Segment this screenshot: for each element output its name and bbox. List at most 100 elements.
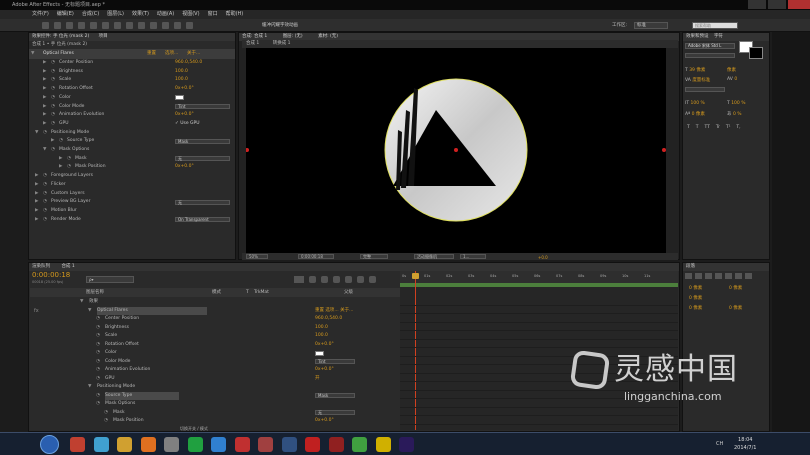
effect-property-row[interactable]: ▶ ◔ Foreground Layers [29, 172, 263, 181]
taskbar-app-icon[interactable] [211, 437, 226, 452]
text-style-button[interactable]: TT [705, 125, 710, 132]
timeline-property-value[interactable]: 0x+0.0° [315, 366, 334, 375]
tab-comp-1[interactable]: 合成 1 [61, 264, 74, 269]
selection-tool-icon[interactable] [42, 22, 49, 29]
expand-triangle-icon[interactable]: ▼ [35, 129, 38, 138]
indent-left-field[interactable]: 0 像素 [689, 285, 702, 291]
timeline-property-dropdown[interactable]: 无 [315, 410, 355, 415]
work-area-bar[interactable] [400, 283, 678, 287]
justify-center-icon[interactable] [725, 273, 732, 279]
timeline-property-row[interactable]: ◔ Color Mode Tint [30, 358, 430, 367]
stroke-width-select[interactable] [685, 87, 725, 92]
tab-layer[interactable]: 图层: (无) [283, 34, 303, 39]
timeline-search-input[interactable]: ρ▾ [86, 276, 134, 283]
effect-property-row[interactable]: ▶ ◔ Mask Position 0x+0.0° [29, 163, 263, 172]
tab-character[interactable]: 字符 [714, 34, 723, 39]
menu-item[interactable]: 文件(F) [32, 10, 49, 19]
timeline-property-dropdown[interactable]: Tint [315, 359, 355, 364]
clock[interactable]: 18:04 2014/7/1 [734, 437, 756, 451]
vertical-scale-field[interactable]: IT 100 % [685, 101, 705, 106]
tab-paragraph[interactable]: 段落 [686, 264, 695, 269]
timeline-property-value[interactable]: 开 [315, 375, 320, 384]
timeline-property-row[interactable]: ◔ Brightness 100.0 [30, 324, 430, 333]
after-effects-taskbar-icon[interactable] [399, 437, 414, 452]
taskbar-app-icon[interactable] [234, 437, 250, 452]
stopwatch-icon[interactable]: ◔ [51, 103, 55, 112]
expand-triangle-icon[interactable]: ▼ [43, 146, 46, 155]
stopwatch-icon[interactable]: ◔ [43, 190, 47, 199]
timeline-track[interactable] [400, 416, 678, 425]
effect-property-row[interactable]: ▶ ◔ Source Type Mask [29, 137, 263, 146]
puppet-tool-icon[interactable] [186, 22, 193, 29]
stopwatch-icon[interactable]: ◔ [96, 366, 100, 375]
composition-viewer[interactable] [245, 48, 666, 253]
timeline-track[interactable] [400, 314, 678, 323]
taskbar-app-icon[interactable] [164, 437, 179, 452]
stopwatch-icon[interactable]: ◔ [104, 409, 108, 418]
horizontal-scale-value[interactable]: 100 % [731, 101, 745, 106]
baseline-shift-value[interactable]: 0 像素 [692, 112, 705, 117]
color-swatch[interactable] [175, 95, 184, 101]
eraser-tool-icon[interactable] [162, 22, 169, 29]
effect-property-row[interactable]: ▶ ◔ Preview BG Layer 无 [29, 198, 263, 207]
timeline-timecode[interactable]: 0:00:00:18 [32, 271, 70, 279]
close-button[interactable] [788, 0, 810, 9]
minimize-button[interactable] [748, 0, 766, 9]
effect-property-dropdown[interactable]: Tint [175, 104, 230, 109]
roto-tool-icon[interactable] [174, 22, 181, 29]
effect-property-value[interactable]: 100.0 [175, 68, 188, 77]
effect-property-dropdown[interactable]: On Transparent [175, 217, 230, 223]
stopwatch-icon[interactable]: ◔ [96, 400, 100, 409]
stopwatch-icon[interactable]: ◔ [96, 358, 100, 367]
timeline-property-row[interactable]: ◔ Center Position 960.0,540.0 [30, 315, 430, 324]
stopwatch-icon[interactable]: ◔ [96, 392, 100, 401]
tab-effect-controls[interactable]: 效果控件: 手 位光 (mask 2) [32, 34, 89, 39]
tsume-field[interactable]: あ 0 % [727, 111, 742, 117]
effect-property-row[interactable]: ▶ ◔ Animation Evolution 0x+0.0° [29, 111, 263, 120]
expand-triangle-icon[interactable]: ▶ [35, 216, 38, 225]
leading-field[interactable]: 像素 [727, 67, 736, 73]
stopwatch-icon[interactable]: ◔ [43, 216, 47, 225]
taskbar-app-icon[interactable] [375, 437, 391, 452]
time-ruler[interactable]: 0s 01s 02s 03s 04s 05s 06s 07s 08s 09s 10s 11s [400, 271, 678, 283]
justify-right-icon[interactable] [735, 273, 742, 279]
effect-property-row[interactable]: ▼ ◔ Positioning Mode [29, 129, 263, 138]
taskbar-app-icon[interactable] [93, 437, 109, 452]
stopwatch-icon[interactable]: ◔ [67, 155, 71, 164]
timeline-track[interactable] [400, 306, 678, 314]
effect-property-dropdown[interactable]: Mask [175, 138, 230, 144]
comp-timecode[interactable]: 0:00:00:18 [298, 254, 334, 259]
stopwatch-icon[interactable]: ◔ [51, 85, 55, 94]
timeline-property-row[interactable]: ◔ Animation Evolution 0x+0.0° [30, 366, 430, 375]
brainstorm-icon[interactable] [369, 276, 376, 283]
timeline-track[interactable] [400, 297, 678, 306]
timeline-property-row[interactable]: ◔ GPU 开 [30, 375, 430, 384]
effect-property-row[interactable]: ▶ ◔ Motion Blur [29, 207, 263, 216]
taskbar-app-icon[interactable] [70, 437, 85, 452]
expand-triangle-icon[interactable]: ▶ [43, 59, 46, 68]
text-style-button[interactable]: T, [736, 125, 740, 132]
menu-item[interactable]: 帮助(H) [226, 10, 244, 19]
effect-property-row[interactable]: ▶ ◔ GPU ✓ Use GPU [29, 120, 263, 129]
stopwatch-icon[interactable]: ◔ [67, 163, 71, 172]
kerning-value[interactable]: 度量标准 [692, 78, 710, 83]
stopwatch-icon[interactable]: ◔ [51, 76, 55, 85]
effect-property-row[interactable]: ▶ ◔ Rotation Offset 0x+0.0° [29, 85, 263, 94]
zoom-select[interactable]: 50% [246, 254, 268, 259]
stopwatch-icon[interactable]: ◔ [51, 120, 55, 129]
timeline-property-row[interactable]: ◔ Mask Position 0x+0.0° [30, 417, 430, 426]
taskbar-app-icon[interactable] [305, 437, 320, 452]
indent-first-field[interactable]: 0 像素 [689, 295, 702, 301]
stopwatch-icon[interactable]: ◔ [51, 111, 55, 120]
menu-item[interactable]: 合成(C) [82, 10, 99, 19]
anchor-point[interactable] [245, 148, 249, 152]
effect-reset-link[interactable]: 重置 [147, 49, 156, 59]
align-left-icon[interactable] [685, 273, 692, 279]
column-layer-name[interactable]: 图层名称 [86, 288, 104, 297]
timeline-property-value[interactable]: 100.0 [315, 324, 328, 333]
expand-triangle-icon[interactable]: ▼ [88, 383, 91, 392]
effect-property-row[interactable]: ▶ ◔ Color [29, 94, 263, 103]
effect-property-row[interactable]: ▶ ◔ Custom Layers [29, 190, 263, 199]
expand-triangle-icon[interactable]: ▶ [43, 111, 46, 120]
expand-triangle-icon[interactable]: ▶ [59, 155, 62, 164]
